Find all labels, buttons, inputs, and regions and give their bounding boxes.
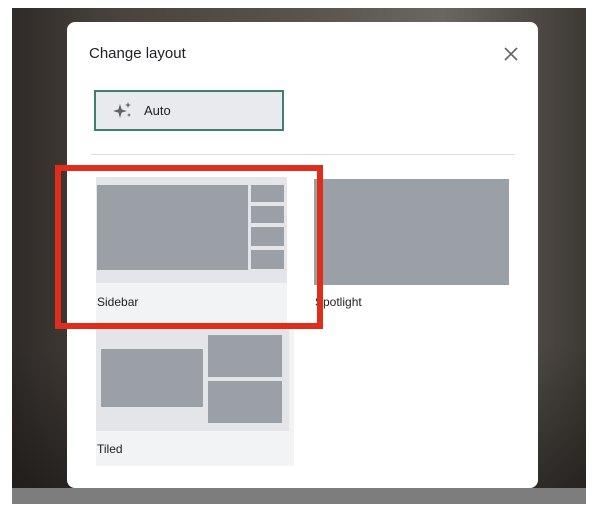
tiled-thumbnail bbox=[96, 327, 289, 431]
auto-layout-button[interactable]: Auto bbox=[94, 90, 284, 131]
highlight-box bbox=[55, 165, 323, 329]
divider bbox=[91, 154, 515, 155]
layout-option-spotlight[interactable]: Spotlight bbox=[314, 177, 509, 324]
bottom-bar bbox=[12, 488, 586, 504]
close-icon bbox=[504, 47, 518, 61]
auto-label: Auto bbox=[144, 103, 171, 118]
spotlight-tile bbox=[314, 179, 509, 285]
close-button[interactable] bbox=[495, 38, 527, 70]
dialog-title: Change layout bbox=[89, 45, 186, 62]
tile bbox=[208, 335, 282, 377]
layout-option-tiled[interactable]: Tiled bbox=[96, 327, 294, 466]
tiled-label: Tiled bbox=[97, 442, 123, 456]
tile bbox=[208, 381, 282, 423]
sparkle-icon bbox=[112, 100, 134, 122]
tile bbox=[101, 349, 203, 407]
